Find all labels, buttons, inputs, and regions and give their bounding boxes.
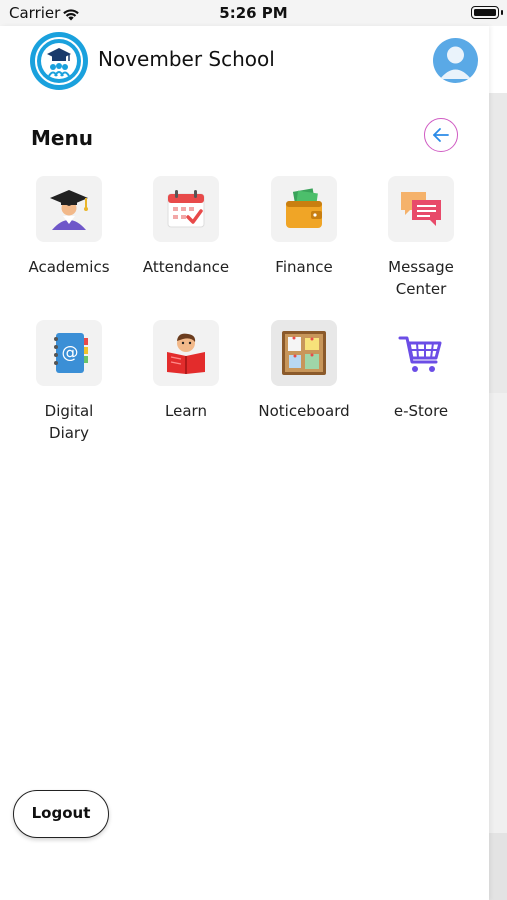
profile-avatar-icon[interactable] [433,38,478,83]
menu-item-digital-diary[interactable]: @ Digital Diary [14,320,124,444]
logout-button[interactable]: Logout [13,790,109,838]
menu-item-label: Finance [275,258,333,276]
graduation-icon [36,176,102,242]
menu-item-label: Academics [28,258,110,276]
school-name: November School [98,47,275,71]
message-icon [388,176,454,242]
school-logo [30,32,88,90]
menu-item-label: Learn [165,402,207,420]
menu-item-noticeboard[interactable]: Noticeboard [249,320,359,422]
calendar-check-icon [153,176,219,242]
back-arrow-button[interactable] [424,118,458,152]
menu-item-label: Noticeboard [258,402,350,420]
noticeboard-icon [271,320,337,386]
background-content-strip[interactable] [489,93,507,900]
wallet-icon [271,176,337,242]
status-bar: Carrier 5:26 PM [0,0,507,26]
menu-item-attendance[interactable]: Attendance [131,176,241,278]
menu-item-label: Digital Diary [44,402,94,442]
side-drawer: November School Menu Academics Attendanc… [0,26,489,900]
cart-icon [388,320,454,386]
reading-student-icon [153,320,219,386]
clock: 5:26 PM [219,4,288,22]
menu-item-finance[interactable]: Finance [249,176,359,278]
svg-text:@: @ [62,343,79,363]
menu-item-label: e-Store [393,402,449,420]
menu-title: Menu [31,126,93,150]
menu-item-label: Attendance [142,258,230,276]
diary-icon: @ [36,320,102,386]
menu-item-academics[interactable]: Academics [14,176,124,278]
arrow-left-icon [433,128,449,142]
menu-item-e-store[interactable]: e-Store [366,320,476,422]
menu-item-label: Message Center [388,258,454,298]
battery-icon [471,6,503,19]
menu-item-message-center[interactable]: Message Center [366,176,476,300]
menu-item-learn[interactable]: Learn [131,320,241,422]
